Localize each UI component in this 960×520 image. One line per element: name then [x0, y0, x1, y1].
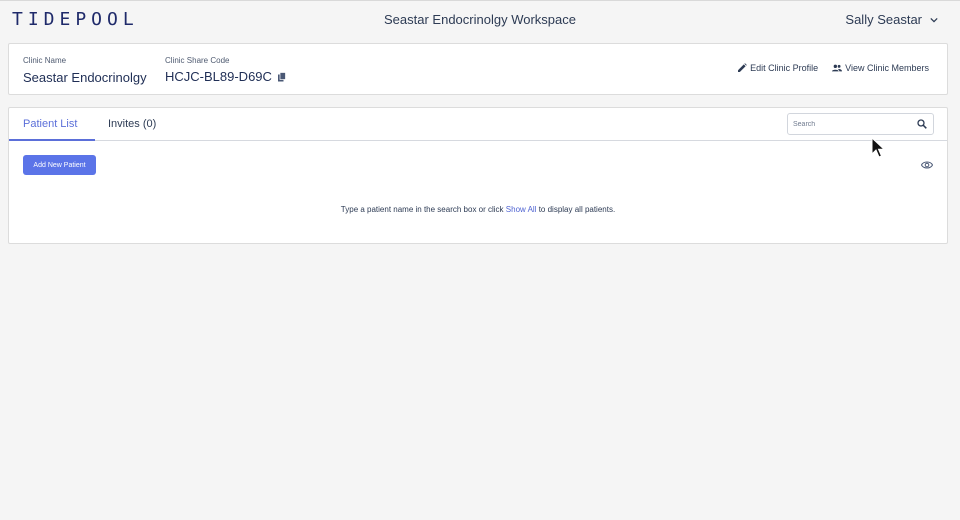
user-menu[interactable]: Sally Seastar [845, 12, 938, 27]
clinic-name-value: Seastar Endocrinolgy [23, 70, 147, 85]
clinic-share-code-field: Clinic Share Code HCJC-BL89-D69C [165, 56, 287, 84]
active-tab-indicator [9, 139, 95, 141]
chevron-down-icon [930, 17, 938, 22]
edit-clinic-profile-label: Edit Clinic Profile [750, 63, 819, 73]
clinic-name-field: Clinic Name Seastar Endocrinolgy [23, 56, 147, 87]
search-input[interactable] [793, 116, 913, 132]
add-new-patient-button[interactable]: Add New Patient [23, 155, 96, 175]
workspace-title: Seastar Endocrinolgy Workspace [384, 12, 576, 27]
copy-icon[interactable] [277, 71, 287, 82]
pencil-icon [738, 63, 747, 72]
clinic-actions: Edit Clinic Profile View Clinic Members [737, 63, 929, 73]
patient-tabs: Patient List Invites (0) [9, 108, 947, 141]
user-name: Sally Seastar [845, 12, 922, 27]
edit-clinic-profile-button[interactable]: Edit Clinic Profile [737, 63, 818, 73]
hint-text-before: Type a patient name in the search box or… [340, 205, 506, 214]
view-clinic-members-button[interactable]: View Clinic Members [832, 63, 929, 73]
eye-icon[interactable] [921, 160, 933, 170]
clinic-name-label: Clinic Name [23, 56, 67, 65]
clinic-share-code-value: HCJC-BL89-D69C [165, 69, 272, 84]
clinic-info-card: Clinic Name Seastar Endocrinolgy Clinic … [8, 43, 948, 95]
tab-patient-list[interactable]: Patient List [23, 118, 77, 130]
people-icon [832, 64, 843, 72]
empty-state-hint: Type a patient name in the search box or… [9, 205, 947, 214]
patient-search[interactable] [787, 113, 934, 135]
clinic-share-code-label: Clinic Share Code [165, 56, 230, 65]
top-bar: TIDEPOOL Seastar Endocrinolgy Workspace … [0, 1, 960, 37]
patients-card: Patient List Invites (0) Add New Patient… [8, 107, 948, 244]
show-all-link[interactable]: Show All [506, 205, 537, 214]
mouse-cursor-icon [871, 137, 885, 158]
search-icon[interactable] [917, 119, 927, 129]
tab-invites[interactable]: Invites (0) [108, 118, 156, 130]
hint-text-after: to display all patients. [536, 205, 616, 214]
view-clinic-members-label: View Clinic Members [845, 63, 929, 73]
